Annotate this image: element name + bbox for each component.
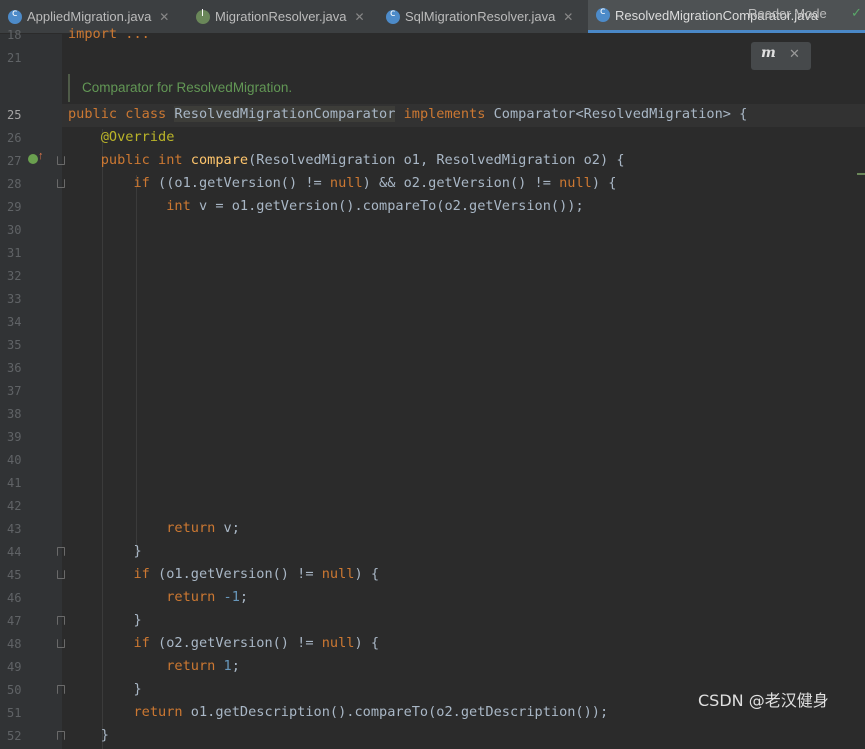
implementation-marker-icon[interactable] bbox=[28, 154, 38, 164]
fold-icon[interactable] bbox=[57, 731, 65, 740]
close-icon[interactable]: ✕ bbox=[789, 46, 800, 62]
line-number: 33 bbox=[7, 292, 22, 306]
line-number: 41 bbox=[7, 476, 22, 490]
close-icon[interactable]: ✕ bbox=[563, 10, 573, 24]
close-icon[interactable]: ✕ bbox=[355, 10, 365, 24]
tab-sql-migration-resolver[interactable]: SqlMigrationResolver.java ✕ bbox=[378, 0, 588, 33]
close-icon[interactable]: ✕ bbox=[159, 10, 169, 24]
reader-mode-button[interactable]: Reader Mode bbox=[748, 6, 827, 21]
doc-comment: Comparator for ResolvedMigration. bbox=[68, 74, 292, 102]
code-editor[interactable]: 18 21 25 26 27 28 29 30 31 32 33 34 35 3… bbox=[0, 26, 865, 749]
line-number: 29 bbox=[7, 200, 22, 214]
tab-migration-resolver[interactable]: MigrationResolver.java ✕ bbox=[188, 0, 378, 33]
arrow-up-icon: ↑ bbox=[38, 150, 44, 162]
line-number: 49 bbox=[7, 660, 22, 674]
line-number: 32 bbox=[7, 269, 22, 283]
line-number: 47 bbox=[7, 614, 22, 628]
code-line-if-o2-version: if (o2.getVersion() != null) { bbox=[133, 635, 380, 651]
line-number: 34 bbox=[7, 315, 22, 329]
line-number: 31 bbox=[7, 246, 22, 260]
line-number: 21 bbox=[7, 51, 22, 65]
code-line-close-brace: } bbox=[68, 681, 142, 697]
class-icon bbox=[386, 8, 400, 24]
line-number: 51 bbox=[7, 706, 22, 720]
line-number: 43 bbox=[7, 522, 22, 536]
line-number: 28 bbox=[7, 177, 22, 191]
line-number: 48 bbox=[7, 637, 22, 651]
code-line-close-brace: } bbox=[68, 543, 142, 559]
maven-reload-popup: m ✕ bbox=[751, 42, 811, 70]
fold-icon[interactable] bbox=[57, 616, 65, 625]
check-icon: ✓ bbox=[851, 5, 862, 20]
tab-label: MigrationResolver.java bbox=[215, 9, 347, 24]
tab-label: SqlMigrationResolver.java bbox=[405, 9, 556, 24]
line-number: 27 bbox=[7, 154, 22, 168]
code-line-if-both-versions: if ((o1.getVersion() != null) && o2.getV… bbox=[133, 175, 617, 191]
interface-icon bbox=[196, 8, 210, 24]
line-number: 39 bbox=[7, 430, 22, 444]
tab-label: AppliedMigration.java bbox=[27, 9, 152, 24]
code-line-compare-signature: public int compare(ResolvedMigration o1,… bbox=[100, 152, 625, 168]
line-number: 30 bbox=[7, 223, 22, 237]
class-icon bbox=[8, 8, 22, 24]
code-line-close-brace: } bbox=[68, 612, 142, 628]
line-number: 44 bbox=[7, 545, 22, 559]
code-line-return-v: return v; bbox=[166, 520, 240, 536]
fold-icon[interactable] bbox=[57, 685, 65, 694]
line-number: 52 bbox=[7, 729, 22, 743]
line-number: 36 bbox=[7, 361, 22, 375]
line-number: 18 bbox=[7, 28, 22, 42]
fold-icon[interactable] bbox=[57, 179, 65, 188]
line-number: 37 bbox=[7, 384, 22, 398]
line-number: 40 bbox=[7, 453, 22, 467]
line-number: 46 bbox=[7, 591, 22, 605]
code-line-return-description: return o1.getDescription().compareTo(o2.… bbox=[133, 704, 609, 720]
maven-reload-icon[interactable]: m bbox=[761, 45, 776, 61]
code-line-return-one: return 1; bbox=[166, 658, 240, 674]
line-number: 35 bbox=[7, 338, 22, 352]
indent-guide bbox=[136, 175, 137, 555]
watermark: CSDN @老汉健身 bbox=[698, 691, 829, 710]
class-icon bbox=[596, 6, 610, 22]
line-number: 26 bbox=[7, 131, 22, 145]
fold-icon[interactable] bbox=[57, 547, 65, 556]
change-marker bbox=[857, 173, 865, 175]
code-line-class-declaration: public class ResolvedMigrationComparator… bbox=[68, 106, 748, 122]
line-number: 25 bbox=[7, 108, 22, 122]
fold-icon[interactable] bbox=[57, 156, 65, 165]
fold-icon[interactable] bbox=[57, 639, 65, 648]
code-line-compare-versions: int v = o1.getVersion().compareTo(o2.get… bbox=[166, 198, 584, 214]
line-number: 42 bbox=[7, 499, 22, 513]
indent-guide bbox=[102, 129, 103, 749]
line-number: 45 bbox=[7, 568, 22, 582]
code-line-close-brace: } bbox=[68, 727, 109, 743]
line-number: 50 bbox=[7, 683, 22, 697]
fold-icon[interactable] bbox=[57, 570, 65, 579]
code-line-return-minus-one: return -1; bbox=[166, 589, 249, 605]
code-line-import: import ... bbox=[68, 26, 150, 42]
code-line-override: @Override bbox=[68, 129, 175, 145]
line-number: 38 bbox=[7, 407, 22, 421]
code-line-if-o1-version: if (o1.getVersion() != null) { bbox=[133, 566, 380, 582]
